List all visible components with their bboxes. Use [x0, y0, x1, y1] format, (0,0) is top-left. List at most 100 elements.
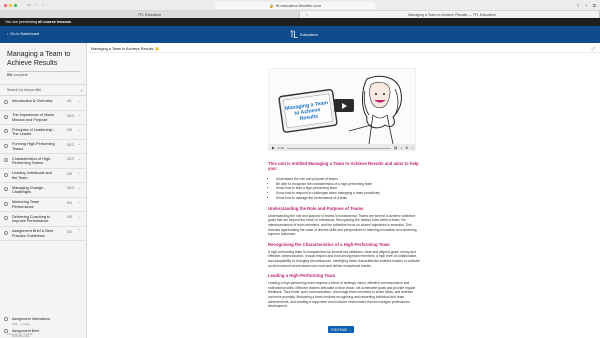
chapter-item[interactable]: The Importance of Vision, Mission and Pu…	[0, 111, 86, 125]
lesson-search[interactable]: Search by lesson title ⌕	[7, 87, 83, 93]
tab-overview-icon[interactable]: ⧉	[593, 2, 596, 9]
divider	[0, 84, 86, 85]
status-circle-icon	[4, 201, 8, 206]
chapter-count: 0/5	[67, 215, 72, 219]
sidebar-toggle-icon[interactable]: ▭	[27, 3, 31, 7]
chapter-title: The Importance of Vision, Mission and Pu…	[12, 113, 56, 122]
play-button[interactable]	[334, 99, 354, 112]
captions-icon[interactable]: ▤	[394, 146, 397, 150]
chapter-title: Assignment Brief & Best Practice Guideli…	[12, 229, 53, 238]
section-heading: Understanding the Role and Purpose of Te…	[268, 205, 364, 211]
chapter-count: 0/12	[67, 142, 74, 147]
window-controls[interactable]	[4, 3, 17, 7]
lesson-item[interactable]: Assignment Instructions PDF · 1 page	[0, 316, 86, 328]
lesson-text: This unit is entitled Managing a Team to…	[268, 161, 420, 309]
lesson-header: Managing a Team to Achieve Results 👋 ⤢	[88, 43, 600, 53]
powered-by[interactable]: Powered by Thinkific	[7, 332, 33, 336]
chevron-down-icon[interactable]: ⌄	[78, 142, 81, 146]
brand-logo[interactable]: Education	[290, 30, 318, 39]
chevron-down-icon[interactable]: ⌄	[78, 113, 81, 117]
chapter-item[interactable]: Introduction & Overview 0/1 ⌄	[0, 96, 86, 111]
app-header: ‹ Go to Dashboard Education	[0, 26, 600, 43]
back-arrow-icon[interactable]: ‹	[36, 3, 37, 7]
address-text: tfl-education.thinkific.com	[276, 3, 321, 8]
search-icon[interactable]: ⌕	[81, 88, 83, 93]
progress-percent: 0%	[7, 73, 13, 77]
section-body: Leading a high-performing team requires …	[268, 281, 416, 309]
status-circle-icon	[4, 187, 8, 191]
chapter-item[interactable]: Forming High-Performing Teams 0/12 ⌄	[0, 140, 86, 154]
course-sidebar: Managing a Team to Achieve Results 0% co…	[0, 43, 87, 338]
chevron-up-icon[interactable]: ⌃	[78, 229, 81, 233]
minimize-window-icon[interactable]	[9, 3, 12, 7]
lock-icon: 🔒	[269, 3, 275, 8]
progress-bar	[7, 71, 80, 72]
play-icon[interactable]: ▶	[272, 146, 275, 150]
lesson-meta: PDF · 1 page	[12, 321, 30, 326]
chevron-down-icon[interactable]: ⌄	[78, 171, 81, 175]
progress-label: complete	[13, 73, 28, 77]
chapter-item[interactable]: Assignment Brief & Best Practice Guideli…	[0, 227, 86, 241]
chapter-title: Leading Individuals and the Team	[12, 171, 52, 180]
browser-tab-active[interactable]: × Managing a Team to Achieve Results — T…	[300, 11, 600, 18]
browser-tab[interactable]: TFL Education	[0, 11, 300, 18]
lesson-title: Assignment Instructions	[12, 316, 51, 321]
chapter-title: Managing Change - Challenges	[12, 185, 46, 195]
chapter-item[interactable]: Leading Individuals and the Team 0/8 ⌄	[0, 169, 86, 183]
expand-icon[interactable]: ⤢	[592, 46, 595, 51]
chapter-count: 0/9	[67, 128, 72, 132]
chapter-count: 0/13	[67, 157, 74, 161]
back-to-dashboard-link[interactable]: ‹ Go to Dashboard	[7, 32, 39, 36]
chevron-down-icon[interactable]: ⌄	[78, 215, 81, 219]
chapter-title: Characteristics of High-Performing Teams	[12, 156, 52, 166]
video-time: 1:14	[277, 146, 284, 150]
objectives-list: Understand the role and purpose of teams…	[268, 177, 420, 201]
address-bar[interactable]: 🔒 tfl-education.thinkific.com	[215, 2, 375, 9]
search-label: Search by lesson title	[7, 88, 42, 92]
progress-text: 0% complete	[7, 73, 28, 77]
status-circle-icon	[4, 317, 8, 321]
section-heading: Leading a High-Performing Team	[268, 273, 336, 279]
new-tab-icon[interactable]: +	[585, 2, 588, 9]
logo-text: Education	[300, 32, 318, 37]
volume-icon[interactable]: ◖	[400, 146, 402, 150]
section-body: Understanding the role and purpose of te…	[268, 213, 417, 237]
tab-title: Managing a Team to Achieve Results — TFL…	[408, 12, 496, 17]
chapter-item[interactable]: Delivering Coaching to Improve Performan…	[0, 212, 86, 227]
chapter-title: Forming High-Performing Teams	[12, 142, 55, 151]
chevron-left-icon: ‹	[7, 32, 9, 36]
continue-button[interactable]: CONTINUE →	[328, 326, 354, 333]
back-label: Go to Dashboard	[10, 32, 40, 36]
chapter-count: 0/10	[67, 113, 74, 118]
chapter-count: 0/10	[67, 186, 74, 190]
chapter-count: 0/2	[67, 229, 72, 234]
fullscreen-icon[interactable]: ⤢	[411, 146, 414, 150]
chevron-down-icon[interactable]: ⌄	[78, 99, 81, 103]
tab-close-icon[interactable]: ×	[306, 13, 308, 17]
video-player[interactable]: Managing a Team to Achieve Results ▶ 1:1…	[268, 68, 416, 151]
course-title: Managing a Team to Achieve Results	[7, 51, 71, 67]
status-circle-icon	[4, 158, 8, 162]
status-circle-icon	[4, 172, 8, 177]
video-controls: ▶ 1:14 ▤ ◖ ⚙ ⤢	[269, 144, 415, 150]
chapter-item[interactable]: Characteristics of High-Performing Teams…	[0, 154, 86, 169]
chapter-item[interactable]: Managing Change - Challenges 0/10 ⌄	[0, 183, 86, 198]
chapter-item[interactable]: Mentoring Team Performance 0/4 ⌄	[0, 198, 86, 212]
close-window-icon[interactable]	[4, 3, 7, 7]
preview-notice: You are previewing all course lessons	[0, 18, 600, 26]
zoom-window-icon[interactable]	[14, 3, 17, 7]
chapter-item[interactable]: Principles of Leadership - The Leader 0/9…	[0, 125, 86, 140]
video-scrubber[interactable]	[286, 147, 391, 149]
section-body: A high-performing team is characterised …	[268, 249, 420, 268]
chevron-down-icon[interactable]: ⌄	[78, 157, 81, 161]
share-icon[interactable]: ⇧	[576, 2, 580, 9]
chapter-count: 0/8	[67, 171, 72, 176]
objective-item: Know how to manage the performance of a …	[276, 196, 420, 201]
forward-arrow-icon[interactable]: ›	[42, 3, 43, 7]
chapter-title: Introduction & Overview	[12, 98, 53, 103]
settings-icon[interactable]: ⚙	[405, 146, 408, 150]
chevron-down-icon[interactable]: ⌄	[78, 186, 81, 190]
chevron-down-icon[interactable]: ⌄	[78, 128, 81, 132]
lesson-title: Managing a Team to Achieve Results 👋	[91, 47, 160, 51]
chevron-down-icon[interactable]: ⌄	[78, 200, 81, 204]
